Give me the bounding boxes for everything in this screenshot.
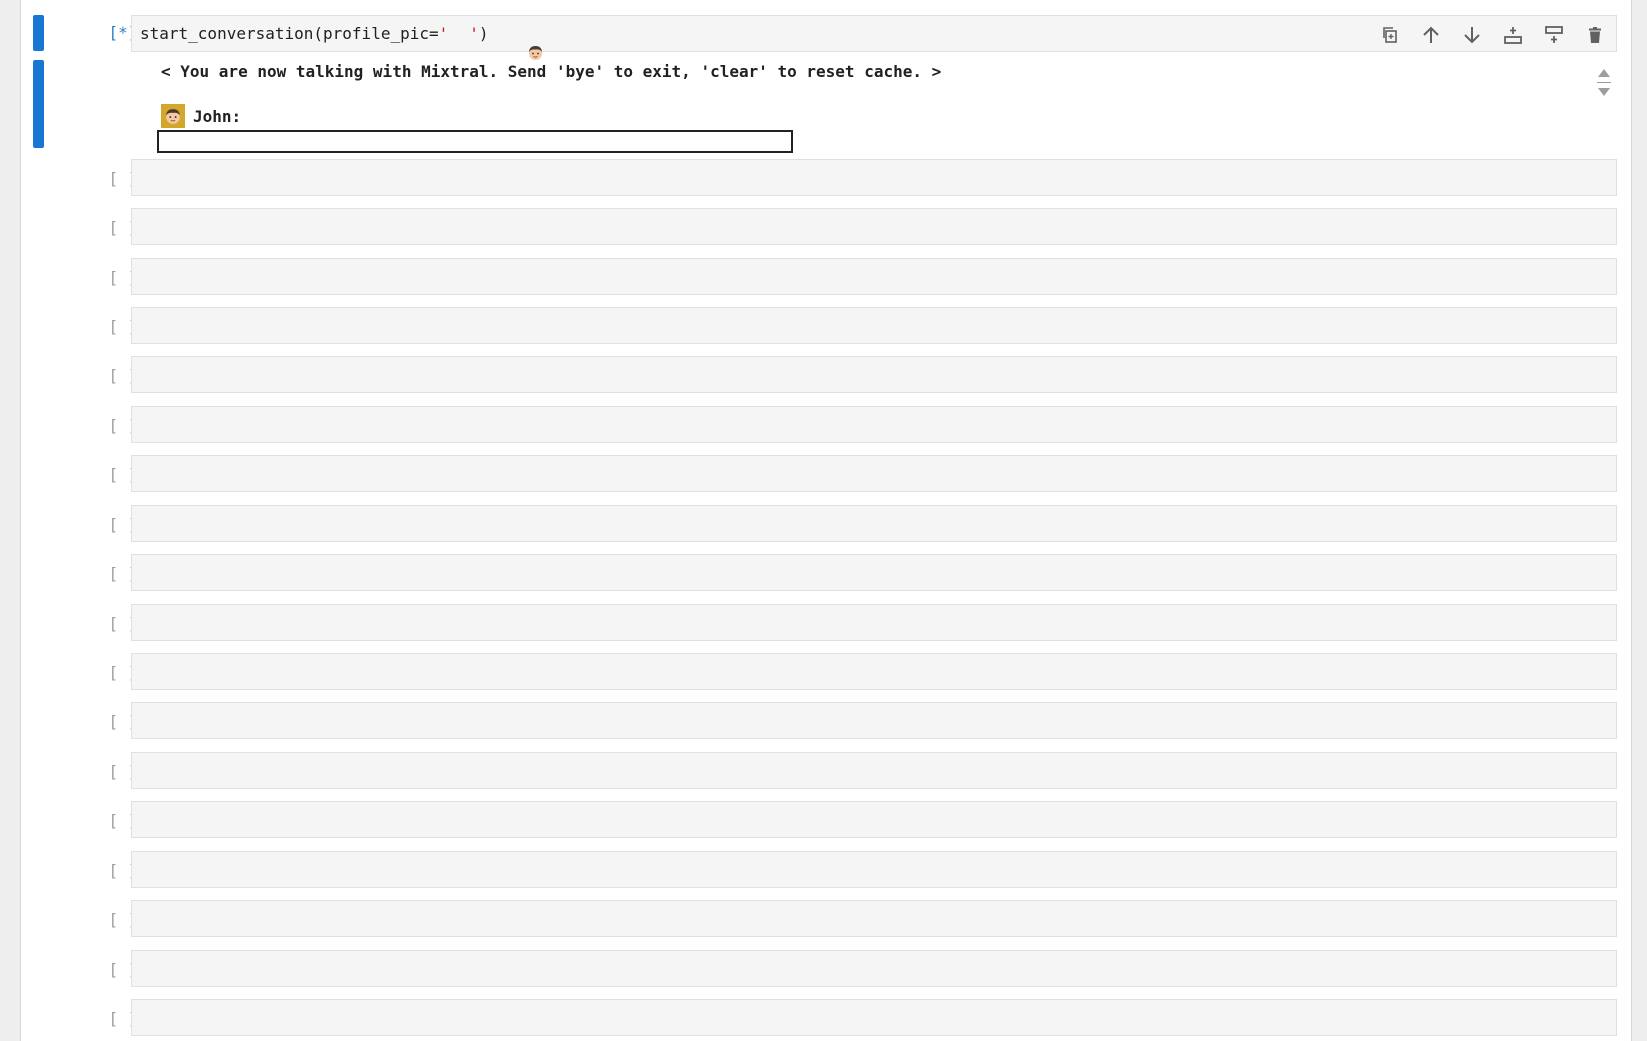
insert-below-icon[interactable] — [1500, 22, 1526, 48]
conversation-banner: < You are now talking with Mixtral. Send… — [161, 62, 942, 81]
speaker-label: John: — [193, 106, 242, 126]
active-cell-output-bar[interactable] — [33, 60, 44, 148]
code-cell-input[interactable] — [131, 950, 1617, 987]
code-line: start_conversation(profile_pic= ' ') — [140, 24, 543, 60]
code-cell-input[interactable] — [131, 653, 1617, 690]
code-cell-input[interactable] — [131, 258, 1617, 295]
code-string-quote-close: ' — [469, 24, 479, 43]
boy-face-emoji-icon — [166, 109, 180, 124]
code-cell-input[interactable] — [131, 554, 1617, 591]
scroll-up-icon[interactable] — [1597, 68, 1611, 78]
scroll-down-icon[interactable] — [1597, 87, 1611, 97]
output-scroll-controls — [1595, 68, 1613, 97]
code-cell-input[interactable] — [131, 900, 1617, 937]
code-cell-input[interactable] — [131, 801, 1617, 838]
code-cell-input[interactable] — [131, 406, 1617, 443]
cell-output: < You are now talking with Mixtral. Send… — [131, 58, 1617, 154]
code-cell-input[interactable] — [131, 455, 1617, 492]
notebook-panel: [*]: start_conversation(profile_pic= ' ') — [20, 0, 1632, 1041]
code-cell-input[interactable]: start_conversation(profile_pic= ' ') — [131, 15, 1617, 60]
code-close-paren: ) — [478, 24, 489, 43]
code-cell-input[interactable] — [131, 999, 1617, 1036]
code-cell-input[interactable] — [131, 159, 1617, 196]
code-cell-input[interactable] — [131, 702, 1617, 739]
boy-face-emoji-icon — [450, 25, 543, 60]
duplicate-icon[interactable] — [1377, 22, 1403, 48]
code-cell-input[interactable] — [131, 307, 1617, 344]
active-cell-input-bar[interactable] — [33, 15, 44, 51]
code-function-call: start_conversation(profile_pic= — [140, 24, 439, 43]
move-down-icon[interactable] — [1459, 22, 1485, 48]
chat-input[interactable] — [157, 130, 793, 153]
code-cell-input[interactable] — [131, 356, 1617, 393]
delete-icon[interactable] — [1582, 22, 1608, 48]
code-cell-input[interactable] — [131, 604, 1617, 641]
code-cell-input[interactable] — [131, 851, 1617, 888]
insert-above-icon[interactable] — [1541, 22, 1567, 48]
code-cell-input[interactable] — [131, 505, 1617, 542]
move-up-icon[interactable] — [1418, 22, 1444, 48]
scroll-divider — [1597, 82, 1611, 83]
speaker-row: John: — [161, 104, 241, 128]
avatar — [161, 104, 185, 128]
cell-toolbar — [1377, 22, 1608, 48]
code-cell-input[interactable] — [131, 208, 1617, 245]
code-cell-input[interactable] — [131, 752, 1617, 789]
code-string-quote-open: ' — [438, 24, 449, 43]
